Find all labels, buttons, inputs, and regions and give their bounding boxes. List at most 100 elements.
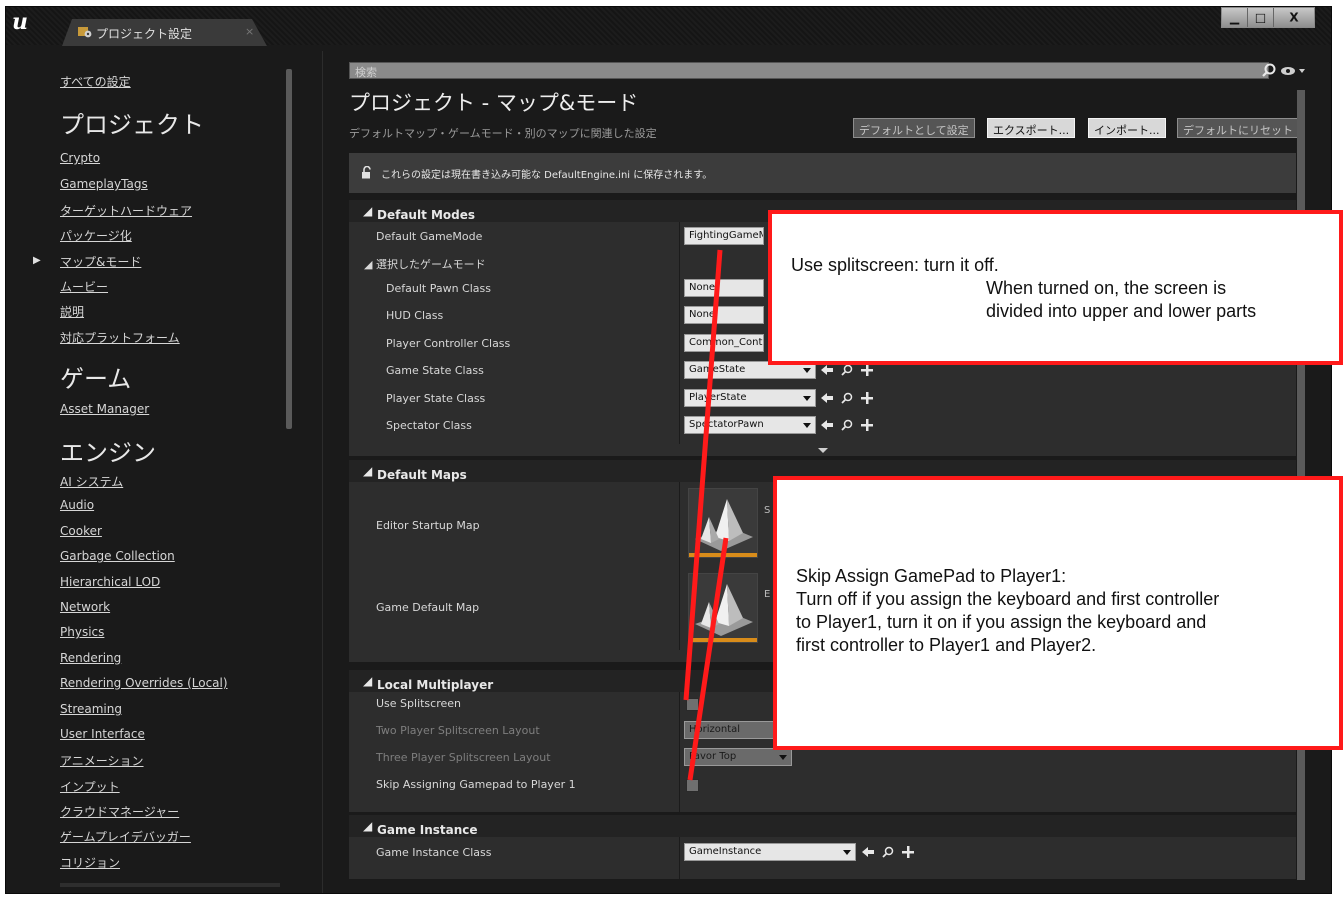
sidebar-item-movies[interactable]: ムービー	[60, 278, 108, 295]
skip-gamepad-checkbox[interactable]	[686, 779, 699, 792]
game-instance-class-dropdown[interactable]: GameInstance	[684, 843, 856, 861]
default-gamemode-label: Default GameMode	[376, 230, 483, 243]
set-as-default-button[interactable]: デフォルトとして設定	[853, 118, 975, 138]
sidebar-horizontal-scrollbar[interactable]	[60, 883, 280, 887]
sidebar-item-supported-platforms[interactable]: 対応プラットフォーム	[60, 329, 180, 346]
add-plus-icon[interactable]	[902, 846, 914, 858]
selected-gamemode-group[interactable]: ◢ 選択したゲームモード	[364, 256, 486, 272]
tab-project-settings[interactable]: プロジェクト設定 ×	[62, 19, 267, 46]
player-state-class-dropdown[interactable]: PlayerState	[684, 389, 816, 407]
export-button[interactable]: エクスポート...	[987, 118, 1076, 138]
chevron-down-icon	[803, 423, 811, 428]
sidebar-item-streaming[interactable]: Streaming	[60, 702, 122, 716]
sidebar-item-rendering-overrides[interactable]: Rendering Overrides (Local)	[60, 676, 228, 690]
browse-search-icon[interactable]	[841, 392, 853, 404]
sidebar-item-packaging[interactable]: パッケージ化	[60, 227, 132, 244]
unlocked-icon	[362, 166, 371, 179]
sidebar-item-rendering[interactable]: Rendering	[60, 651, 121, 665]
use-selected-arrow-icon[interactable]	[821, 392, 833, 404]
sidebar-item-input[interactable]: インプット	[60, 778, 120, 795]
sidebar-item-user-interface[interactable]: User Interface	[60, 727, 145, 741]
browse-search-icon[interactable]	[882, 846, 894, 858]
editor-startup-map-thumbnail[interactable]	[688, 488, 758, 558]
page-title: プロジェクト - マップ&モード	[349, 91, 639, 115]
use-selected-arrow-icon[interactable]	[821, 364, 833, 376]
minimize-button[interactable]: ▁	[1222, 8, 1248, 27]
browse-search-icon[interactable]	[841, 419, 853, 431]
sidebar-item-crypto[interactable]: Crypto	[60, 151, 100, 165]
two-player-layout-label: Two Player Splitscreen Layout	[376, 724, 540, 737]
default-gamemode-dropdown[interactable]: FightingGameM	[684, 227, 764, 245]
reset-to-defaults-button[interactable]: デフォルトにリセット	[1177, 118, 1299, 138]
default-pawn-class-dropdown[interactable]: None	[684, 279, 764, 297]
search-icon[interactable]	[1262, 63, 1276, 77]
panel-splitter[interactable]	[322, 51, 323, 893]
section-title-text: Local Multiplayer	[377, 678, 494, 692]
game-state-class-controls	[821, 364, 873, 376]
maximize-icon: □	[1254, 10, 1267, 25]
use-selected-arrow-icon[interactable]	[821, 419, 833, 431]
use-splitscreen-checkbox[interactable]	[686, 698, 699, 711]
add-plus-icon[interactable]	[861, 364, 873, 376]
maximize-button[interactable]: □	[1248, 8, 1274, 27]
selected-arrow-icon: ▶	[33, 255, 41, 266]
column-divider	[679, 692, 680, 812]
player-controller-class-label: Player Controller Class	[386, 337, 511, 350]
two-player-layout-dropdown[interactable]: Horizontal	[684, 721, 784, 739]
sidebar-item-ai-system[interactable]: AI システム	[60, 473, 123, 490]
default-pawn-class-label: Default Pawn Class	[386, 282, 491, 295]
annotation-line: to Player1, turn it on if you assign the…	[796, 612, 1207, 632]
game-default-map-thumbnail[interactable]	[688, 573, 758, 643]
search-placeholder: 検索	[355, 66, 377, 79]
sidebar-item-gameplay-debugger[interactable]: ゲームプレイデバッガー	[60, 828, 191, 845]
sidebar-item-gameplaytags[interactable]: GameplayTags	[60, 177, 148, 191]
sidebar-item-garbage-collection[interactable]: Garbage Collection	[60, 549, 175, 563]
advanced-expand-icon[interactable]	[818, 448, 828, 453]
dropdown-value: None	[689, 282, 716, 293]
import-button[interactable]: インポート...	[1088, 118, 1166, 138]
search-input[interactable]: 検索	[349, 62, 1269, 79]
section-title: ◢ Default Maps	[363, 464, 467, 482]
sidebar-item-asset-manager[interactable]: Asset Manager	[60, 402, 149, 416]
section-title: ◢ Local Multiplayer	[363, 674, 494, 692]
player-controller-class-dropdown[interactable]: Common_Contr	[684, 334, 764, 352]
sidebar-scrollbar[interactable]	[286, 69, 292, 429]
config-file-notice: これらの設定は現在書き込み可能な DefaultEngine.ini に保存され…	[349, 153, 1296, 193]
add-plus-icon[interactable]	[861, 419, 873, 431]
hud-class-dropdown[interactable]: None	[684, 306, 764, 324]
sidebar-item-collision[interactable]: コリジョン	[60, 854, 120, 871]
sidebar-item-physics[interactable]: Physics	[60, 625, 104, 639]
three-player-layout-dropdown[interactable]: Favor Top	[684, 748, 792, 766]
notice-text: これらの設定は現在書き込み可能な DefaultEngine.ini に保存され…	[381, 170, 713, 181]
sidebar-item-maps-modes[interactable]: マップ&モード	[60, 253, 141, 270]
tab-close-button[interactable]: ×	[245, 25, 254, 38]
sidebar-item-all-settings[interactable]: すべての設定	[60, 73, 131, 90]
column-divider	[679, 837, 680, 879]
sidebar-item-hierarchical-lod[interactable]: Hierarchical LOD	[60, 575, 160, 589]
three-player-layout-label: Three Player Splitscreen Layout	[376, 751, 551, 764]
section-title-text: Game Instance	[377, 823, 478, 837]
section-title: ◢ Game Instance	[363, 819, 478, 837]
section-header-game-instance[interactable]: ◢ Game Instance	[349, 815, 1296, 837]
sidebar-item-description[interactable]: 説明	[60, 303, 84, 320]
use-selected-arrow-icon[interactable]	[862, 846, 874, 858]
spectator-class-dropdown[interactable]: SpectatorPawn	[684, 416, 816, 434]
chevron-down-icon	[803, 396, 811, 401]
map-asset-icon	[689, 489, 757, 557]
skip-gamepad-label: Skip Assigning Gamepad to Player 1	[376, 778, 576, 791]
sidebar-item-audio[interactable]: Audio	[60, 498, 94, 512]
editor-startup-map-label: Editor Startup Map	[376, 519, 480, 532]
dropdown-value: SpectatorPawn	[689, 419, 764, 430]
sidebar-item-cloud-manager[interactable]: クラウドマネージャー	[60, 803, 179, 820]
hud-class-label: HUD Class	[386, 309, 444, 322]
sidebar-item-cooker[interactable]: Cooker	[60, 524, 102, 538]
browse-search-icon[interactable]	[841, 364, 853, 376]
sidebar-item-target-hardware[interactable]: ターゲットハードウェア	[60, 202, 192, 219]
annotation-line: divided into upper and lower parts	[986, 301, 1257, 321]
settings-icon	[78, 27, 92, 38]
sidebar-item-animation[interactable]: アニメーション	[60, 752, 144, 769]
close-window-button[interactable]: X	[1274, 8, 1314, 27]
sidebar-item-network[interactable]: Network	[60, 600, 110, 614]
add-plus-icon[interactable]	[861, 392, 873, 404]
visibility-options-icon[interactable]	[1280, 66, 1306, 76]
